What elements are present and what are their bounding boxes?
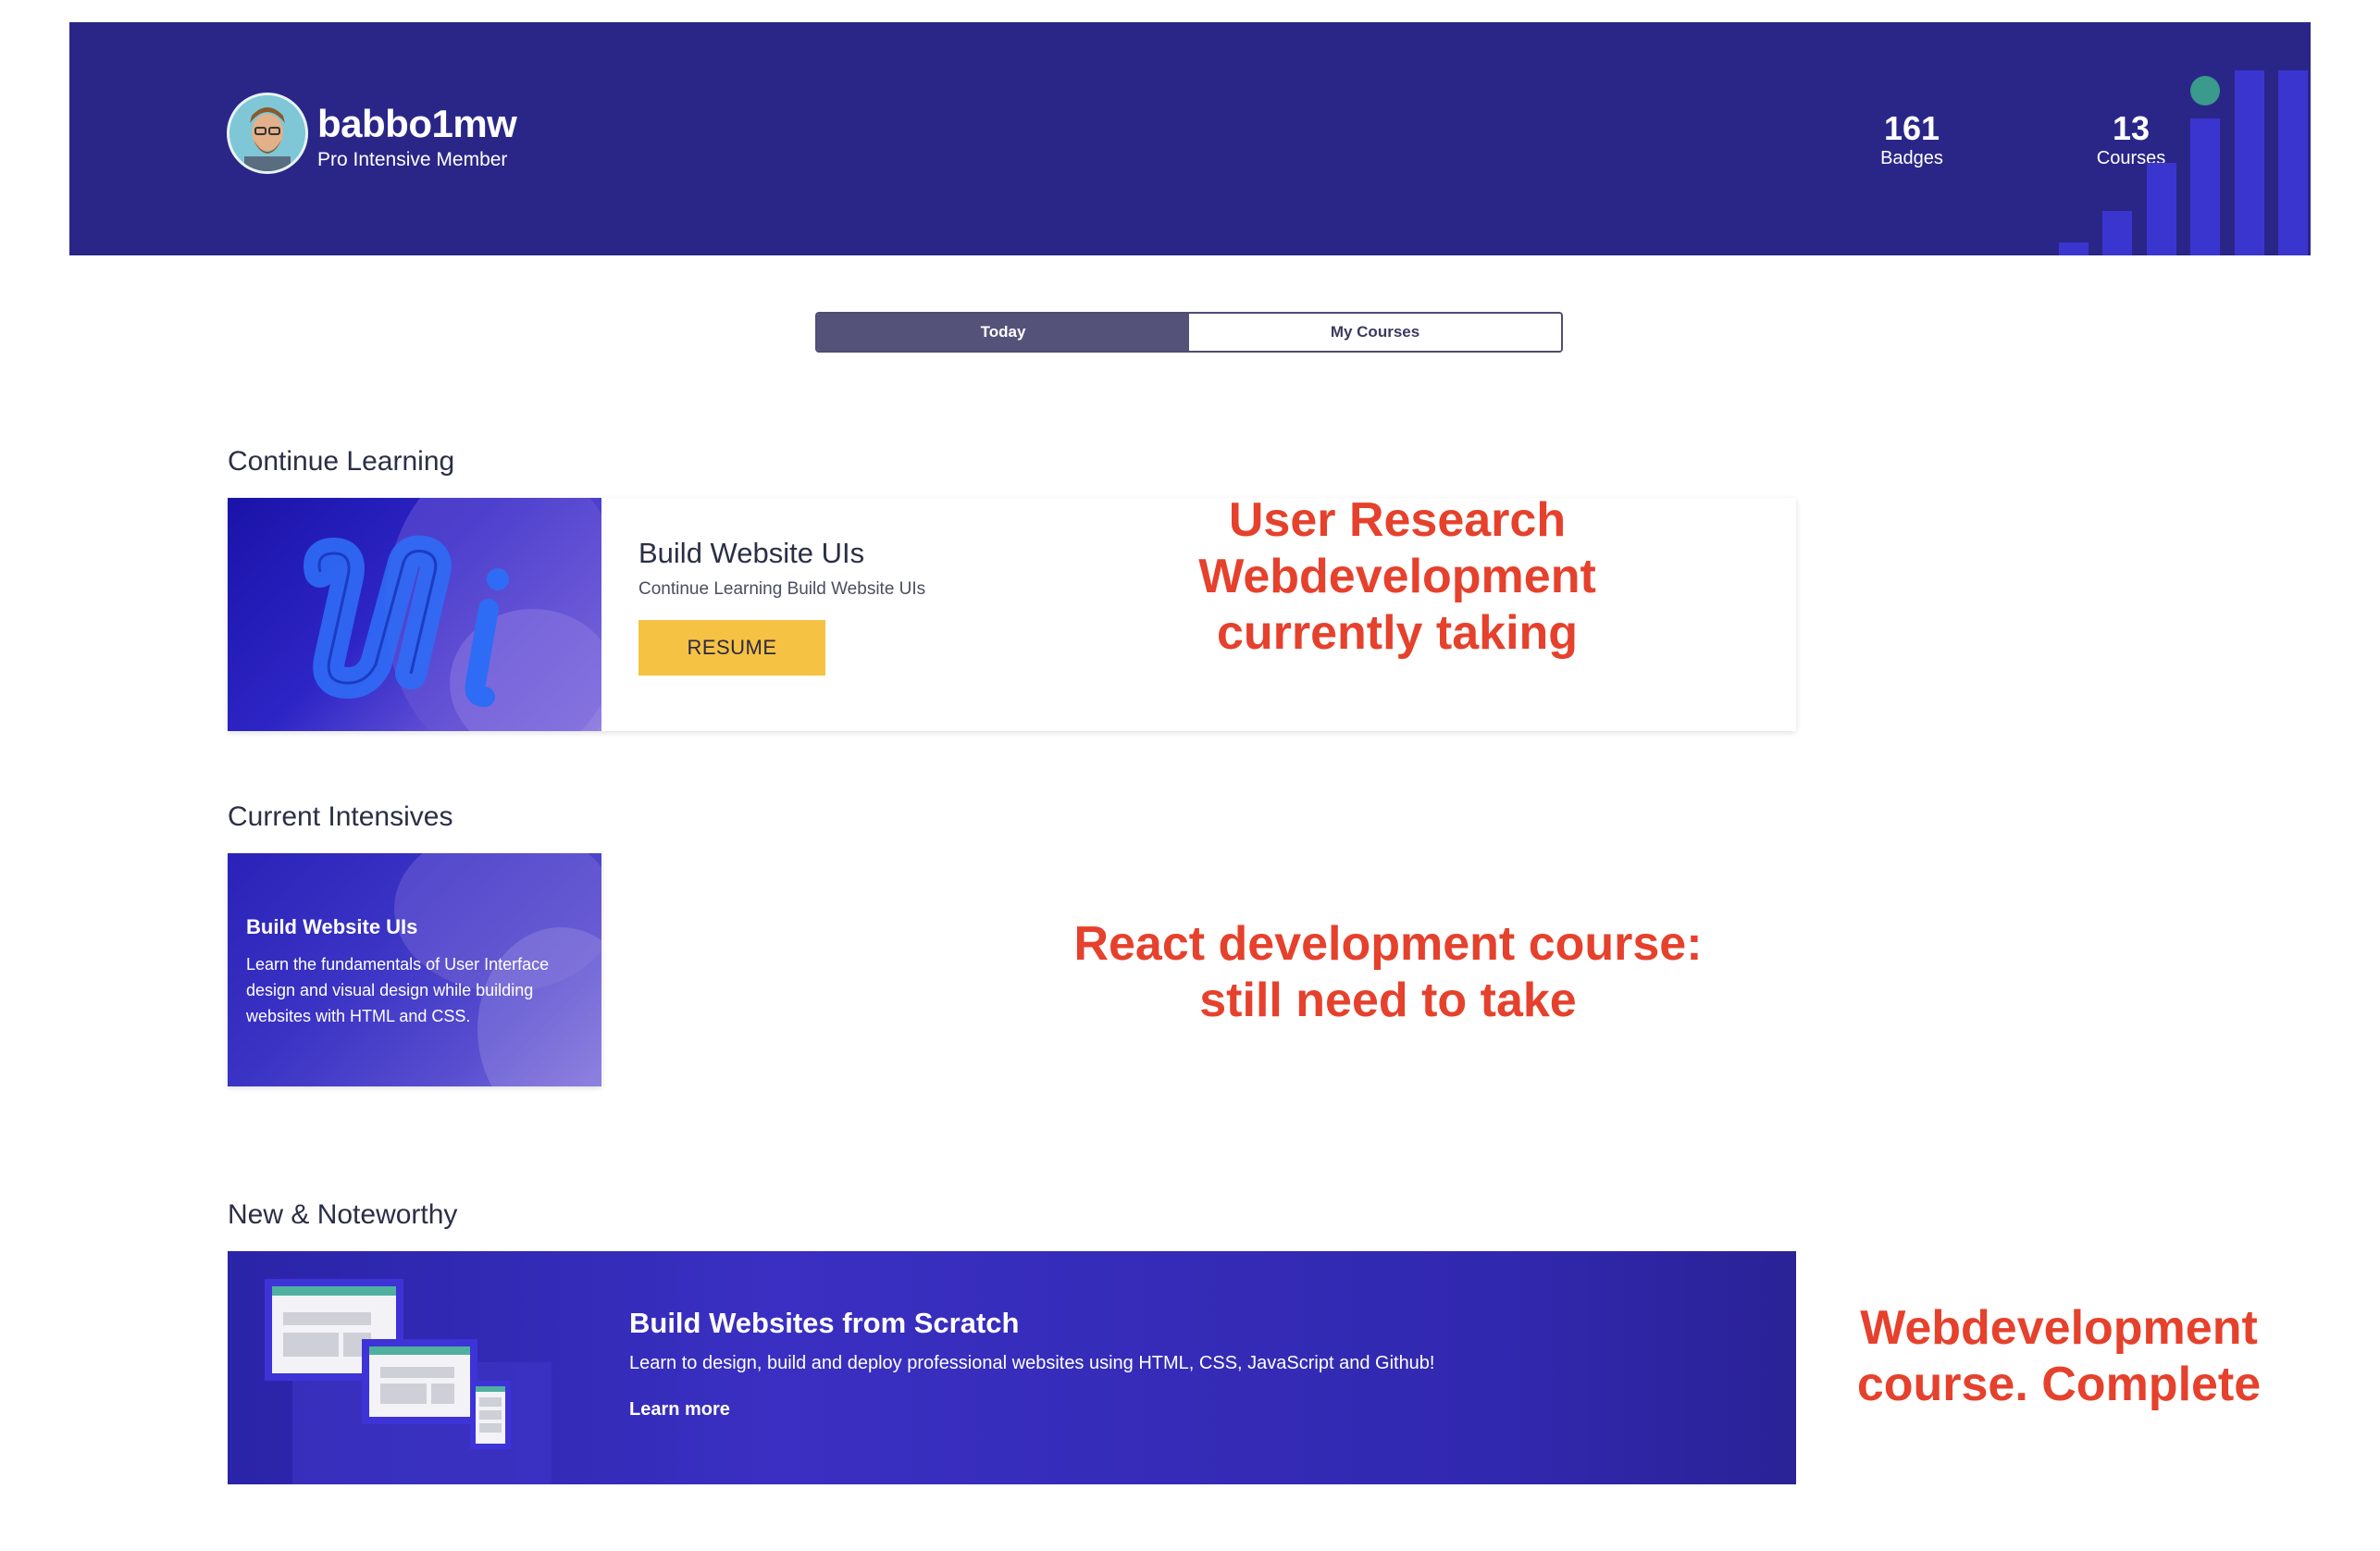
annotation-line: still need to take (1199, 974, 1577, 1027)
profile-header: babbo1mw Pro Intensive Member 161 Badges… (69, 22, 2311, 255)
continue-learning-heading: Continue Learning (228, 446, 455, 477)
annotation-current-course: User Research Webdevelopment currently t… (1157, 492, 1638, 662)
annotation-line: Webdevelopment (1860, 1301, 2258, 1355)
decor-bar (2190, 118, 2220, 255)
course-title: Build Website UIs (638, 537, 865, 569)
annotation-line: User Research (1228, 493, 1567, 547)
tab-my-courses[interactable]: My Courses (1189, 314, 1561, 351)
decor-bar (2102, 211, 2132, 255)
intensive-title: Build Website UIs (246, 915, 418, 938)
intensive-card[interactable]: Build Website UIs Learn the fundamentals… (228, 853, 601, 1086)
avatar[interactable] (227, 93, 308, 174)
decor-bar (2059, 242, 2089, 255)
annotation-line: course. Complete (1856, 1358, 2262, 1411)
current-intensives-heading: Current Intensives (228, 801, 453, 832)
featured-course-banner[interactable]: Build Websites from Scratch Learn to des… (228, 1251, 1796, 1484)
annotation-react-course: React development course: still need to … (1046, 916, 1730, 1029)
new-noteworthy-heading: New & Noteworthy (228, 1199, 458, 1230)
decor-bar (2147, 163, 2176, 255)
website-mockup-icon (265, 1279, 552, 1484)
banner-title: Build Websites from Scratch (629, 1307, 1020, 1339)
course-subtitle: Continue Learning Build Website UIs (638, 579, 926, 599)
learn-more-link[interactable]: Learn more (629, 1399, 730, 1421)
intensive-description: Learn the fundamentals of User Interface… (246, 955, 550, 1025)
decor-bar (2278, 70, 2308, 255)
decor-bar (2235, 70, 2264, 255)
annotation-complete-course: Webdevelopment course. Complete (1832, 1300, 2286, 1413)
view-tabs: Today My Courses (815, 312, 1563, 353)
ui-logo-icon (304, 498, 601, 731)
username: babbo1mw (317, 102, 517, 145)
course-thumbnail[interactable] (228, 498, 601, 731)
decorative-bars (2059, 22, 2311, 255)
badges-label: Badges (1880, 148, 1943, 168)
annotation-line: currently taking (1216, 606, 1579, 660)
annotation-line: Webdevelopment (1198, 550, 1596, 603)
badges-stat[interactable]: 161 Badges (1847, 110, 1977, 169)
decor-dot (2190, 76, 2220, 105)
banner-description: Learn to design, build and deploy profes… (629, 1353, 1435, 1373)
avatar-face-icon (229, 95, 305, 171)
resume-button[interactable]: RESUME (638, 620, 825, 676)
membership-label: Pro Intensive Member (317, 149, 508, 170)
annotation-line: React development course: (1073, 917, 1703, 971)
badges-count: 161 (1883, 109, 1940, 147)
tab-today[interactable]: Today (817, 314, 1189, 351)
